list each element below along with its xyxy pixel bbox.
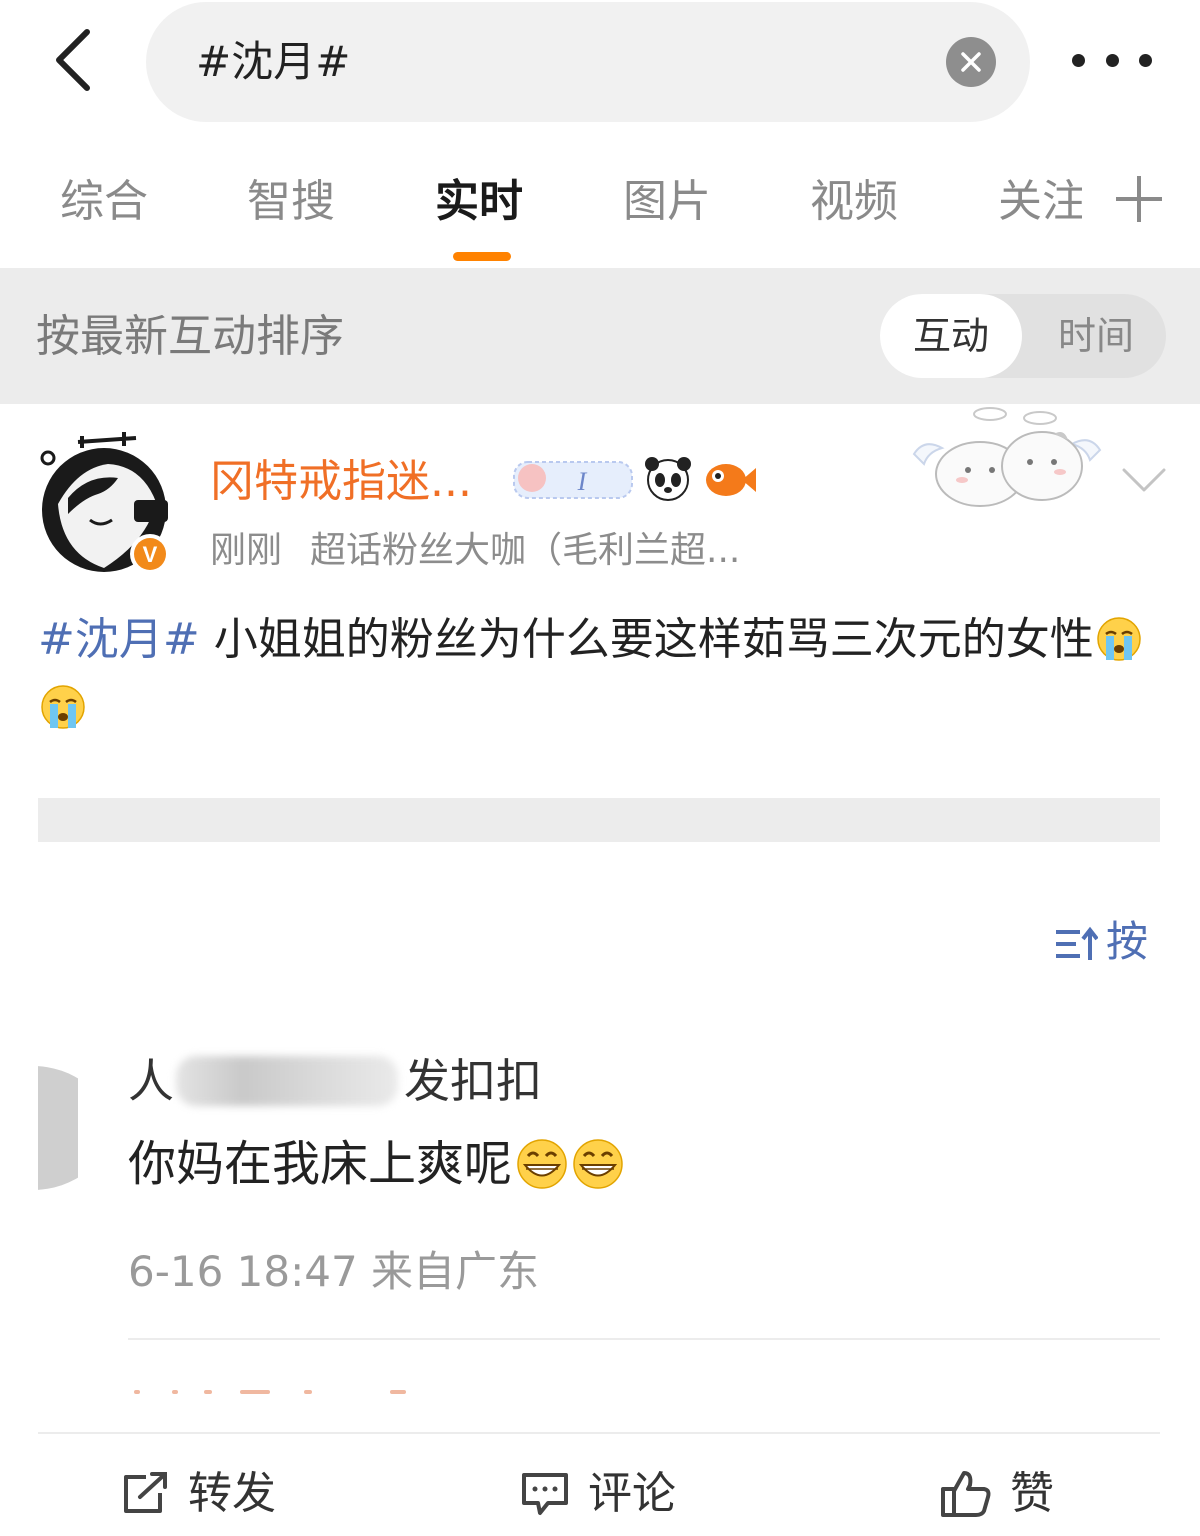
comment-icon	[522, 1473, 568, 1515]
post-time: 刚刚	[210, 530, 283, 571]
top-bar: #沈月#	[0, 0, 1200, 130]
svg-text:V: V	[143, 542, 158, 567]
comments-sort-button[interactable]: 按	[1048, 912, 1162, 972]
clear-search-button[interactable]	[946, 37, 996, 87]
comment-button[interactable]: 评论	[520, 1462, 676, 1526]
post-media-placeholder	[38, 798, 1160, 842]
crying-face-icon	[1096, 617, 1141, 661]
sort-option-time[interactable]: 时间	[1026, 294, 1166, 378]
author-badges: I	[513, 457, 756, 501]
sort-icon	[1056, 926, 1098, 960]
close-icon	[961, 52, 981, 72]
next-comment-fragment	[128, 1386, 428, 1396]
search-input[interactable]: #沈月#	[146, 2, 1030, 122]
repost-icon	[124, 1472, 167, 1513]
comment-text: 你妈在我床上爽呢	[128, 1130, 624, 1198]
grinning-face-icon	[517, 1139, 567, 1189]
goldfish-icon	[706, 464, 756, 496]
grinning-face-icon	[573, 1139, 623, 1189]
comment-label: 评论	[588, 1468, 676, 1519]
fan-level-badge-icon: I	[513, 461, 633, 499]
like-button[interactable]: 赞	[940, 1462, 1054, 1526]
like-label: 赞	[1010, 1468, 1054, 1519]
crying-face-icon	[41, 685, 85, 729]
search-query: #沈月#	[196, 37, 351, 86]
comments-sort-label: 按	[1106, 917, 1149, 966]
repost-button[interactable]: 转发	[120, 1462, 276, 1526]
more-options-button[interactable]	[1072, 44, 1152, 76]
tab-images[interactable]: 图片	[623, 174, 711, 230]
tab-comprehensive[interactable]: 综合	[60, 174, 148, 230]
angel-cats-icon	[912, 407, 1102, 507]
chevron-down-icon[interactable]	[1120, 464, 1168, 496]
topic-link[interactable]: #沈月#	[38, 614, 200, 665]
back-button[interactable]	[38, 24, 108, 96]
thumbs-up-icon	[941, 1471, 991, 1517]
tab-smart-search[interactable]: 智搜	[247, 174, 335, 230]
action-bar-divider	[38, 1432, 1160, 1434]
tab-following[interactable]: 关注	[998, 174, 1082, 230]
author-name[interactable]: 冈特戒指迷...	[210, 452, 472, 512]
comment-timestamp: 6-16 18:47 来自广东	[128, 1247, 540, 1296]
sort-bar: 按最新互动排序 互动 时间	[0, 268, 1200, 404]
sort-label: 按最新互动排序	[36, 311, 344, 362]
commenter-avatar[interactable]	[38, 1066, 78, 1190]
search-tabs: 综合 智搜 实时 图片 视频 关注	[0, 150, 1200, 268]
post-body: 小姐姐的粉丝为什么要这样茹骂三次元的女性	[199, 614, 1094, 665]
sort-toggle: 互动 时间	[880, 294, 1166, 378]
svg-text:I: I	[577, 467, 588, 496]
active-tab-indicator	[453, 252, 511, 261]
post-source[interactable]: 超话粉丝大咖（毛利兰超...	[310, 530, 740, 571]
author-avatar[interactable]: V	[38, 428, 174, 576]
name-blur-mask	[176, 1056, 398, 1106]
more-dots-icon	[1072, 53, 1085, 67]
panda-icon	[645, 457, 691, 501]
comment-divider	[128, 1338, 1160, 1340]
post-text: #沈月# 小姐姐的粉丝为什么要这样茹骂三次元的女性	[38, 606, 1168, 742]
sort-option-interaction[interactable]: 互动	[880, 294, 1022, 378]
chevron-left-icon	[56, 29, 90, 91]
post-meta: 刚刚 超话粉丝大咖（毛利兰超...	[210, 526, 740, 576]
repost-label: 转发	[188, 1468, 276, 1519]
tab-videos[interactable]: 视频	[810, 174, 898, 230]
add-tab-icon[interactable]	[1116, 176, 1162, 222]
tab-realtime[interactable]: 实时	[435, 174, 523, 230]
